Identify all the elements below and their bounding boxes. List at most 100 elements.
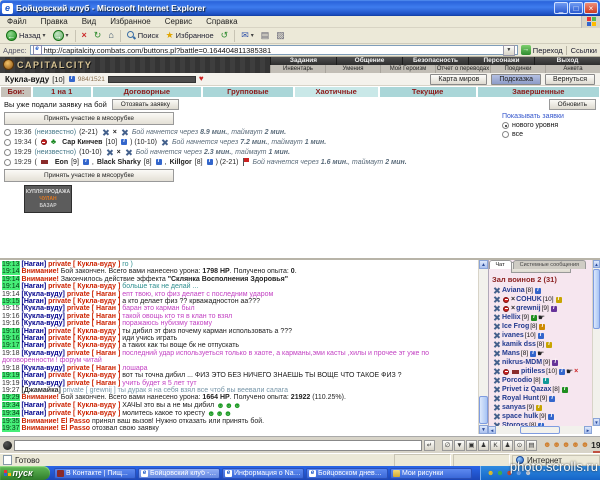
address-dropdown-icon[interactable]: ▼ [503,45,515,56]
player-name[interactable]: Ice Frog [502,323,529,330]
player-name[interactable]: space hulk [502,413,538,420]
go-button[interactable]: → Переход [521,45,563,55]
player-row[interactable]: Aviana[8] [489,286,592,295]
battle-radio[interactable] [4,139,11,146]
player-name[interactable]: sanyas [502,404,526,411]
player-row[interactable]: × grewnij[9] [489,304,592,313]
info-icon[interactable] [546,342,552,348]
ad-banner[interactable]: КУПЛЯ ПРОДАЖАЧУЛАНБАЗАР [24,185,72,213]
player-name[interactable]: grewnij [516,305,541,312]
refresh-button[interactable]: ↻ [91,29,105,43]
refresh-list-button[interactable]: Обновить [549,99,596,110]
taskbar-task[interactable]: Мои рисунки [390,468,472,479]
player-row[interactable]: sanyas[9] [489,403,592,412]
player-name[interactable]: Mans [502,350,520,357]
player-row[interactable]: space hulk[9] [489,412,592,421]
scroll-up-icon[interactable]: ▲ [479,260,488,269]
menu-item[interactable]: Правка [34,17,75,26]
player-name[interactable]: pitiless [521,368,545,375]
filter-button[interactable]: ▼ [454,440,465,451]
player-row[interactable]: × COHUK[10] [489,295,592,304]
world-map-button[interactable]: Карта миров [430,74,487,85]
nav-sub-item[interactable]: Инвентарь [270,65,325,73]
player-name[interactable]: Hellix [502,314,521,321]
scroll-thumb[interactable] [593,269,600,329]
info-icon[interactable] [69,76,75,82]
nav-sub-item[interactable]: Анкета [545,65,600,73]
player-row[interactable]: ivanes[10] [489,331,592,340]
history-button[interactable]: ↺ [218,29,232,43]
info-icon[interactable] [539,324,545,330]
scroll-right-icon[interactable]: ► [584,426,592,434]
cancel-application-button[interactable]: Отозвать заявку [112,99,179,110]
forward-button[interactable]: →▾ [50,29,72,43]
battle-radio[interactable] [4,129,11,136]
search-button[interactable]: Поиск [124,29,162,43]
battle-radio[interactable] [4,149,11,156]
meatgrinder-button-bottom[interactable]: Принять участие в мясорубке [4,169,174,182]
tray-icon[interactable]: ☻ [496,470,503,477]
scroll-down-icon[interactable]: ▼ [593,418,600,426]
roster-scrollbar[interactable]: ▲ ▼ [592,260,600,426]
info-icon[interactable] [531,315,537,321]
info-icon[interactable] [556,297,562,303]
nav-sub-item[interactable]: Мой Героизм [380,65,435,73]
tab-2[interactable]: Договорные [93,87,202,97]
menu-item[interactable]: Сервис [158,17,199,26]
info-icon[interactable] [543,378,549,384]
menu-item[interactable]: Избранное [103,17,158,26]
chat-tab[interactable]: Чат [489,260,512,269]
nav-sub-item[interactable]: Умения [325,65,380,73]
print-button[interactable]: ▤ [258,29,273,43]
close-button[interactable]: × [584,2,598,14]
person-button[interactable]: ♟ [502,440,513,451]
save-button[interactable]: ▣ [466,440,477,451]
mail-button[interactable]: ✉▾ [238,29,257,43]
dropdown-arrow-icon[interactable]: ▾ [43,32,46,39]
start-button[interactable]: пуск [0,466,50,480]
player-name[interactable]: nikrus-MDM [502,359,542,366]
taskbar-task[interactable]: eБойцовском дневни... [306,468,388,479]
return-button[interactable]: Вернуться [545,74,595,85]
scroll-up-icon[interactable]: ▲ [593,260,600,268]
smiley-icon[interactable]: ☻ [571,441,579,449]
erase-button[interactable]: ∅ [442,440,453,451]
player-row[interactable]: Hellix[9]☛ [489,313,592,322]
tab-3[interactable]: Групповые [203,87,292,97]
smiley-picker-button[interactable] [3,441,12,450]
player-name[interactable]: ivanes [502,332,524,339]
info-icon[interactable] [559,369,565,375]
player-name[interactable]: Royal Hunt [502,395,539,402]
tray-icon[interactable]: ☻ [487,470,494,477]
scroll-thumb[interactable] [479,396,488,424]
favorites-button[interactable]: ★Избранное [163,29,217,43]
taskbar-task[interactable]: В Контакте | Пищ... [54,468,136,479]
info-icon[interactable] [551,306,557,312]
tab-6[interactable]: Завершенные [478,87,599,97]
nav-top-item[interactable]: Безопасность [402,57,468,65]
player-name[interactable]: COHUK [516,296,542,303]
player-name[interactable]: Privet iz Qazax [502,386,551,393]
filter-option[interactable]: нового уровня [502,122,594,129]
nav-top-item[interactable]: Общение [336,57,402,65]
menu-item[interactable]: Вид [75,17,103,26]
player-row[interactable]: nikrus-MDM[9] [489,358,592,367]
tab-4[interactable]: Хаотичные [295,87,378,97]
camera-button[interactable]: ▤ [526,440,537,451]
edit-button[interactable]: ▨ [273,29,288,43]
smiley-icon[interactable]: ☻ [552,441,560,449]
player-row[interactable]: kamik dss[8] [489,340,592,349]
info-icon[interactable] [536,405,542,411]
player-row[interactable]: Royal Hunt[9] [489,394,592,403]
info-icon[interactable] [535,288,541,294]
stop-button[interactable]: × [79,29,90,43]
dropdown-arrow-icon[interactable]: ▾ [251,32,254,39]
hint-button[interactable]: Подсказка [491,74,541,85]
battle-radio[interactable] [4,159,11,166]
filter-option[interactable]: все [502,131,594,138]
scroll-thumb[interactable] [520,426,560,434]
roster-hscrollbar[interactable]: ◄ ► [488,426,592,434]
player-row[interactable]: Porcodio[8] [489,376,592,385]
smiley-icon[interactable]: ☻ [581,441,589,449]
chat-scrollbar[interactable]: ▲ ▼ [478,260,488,434]
